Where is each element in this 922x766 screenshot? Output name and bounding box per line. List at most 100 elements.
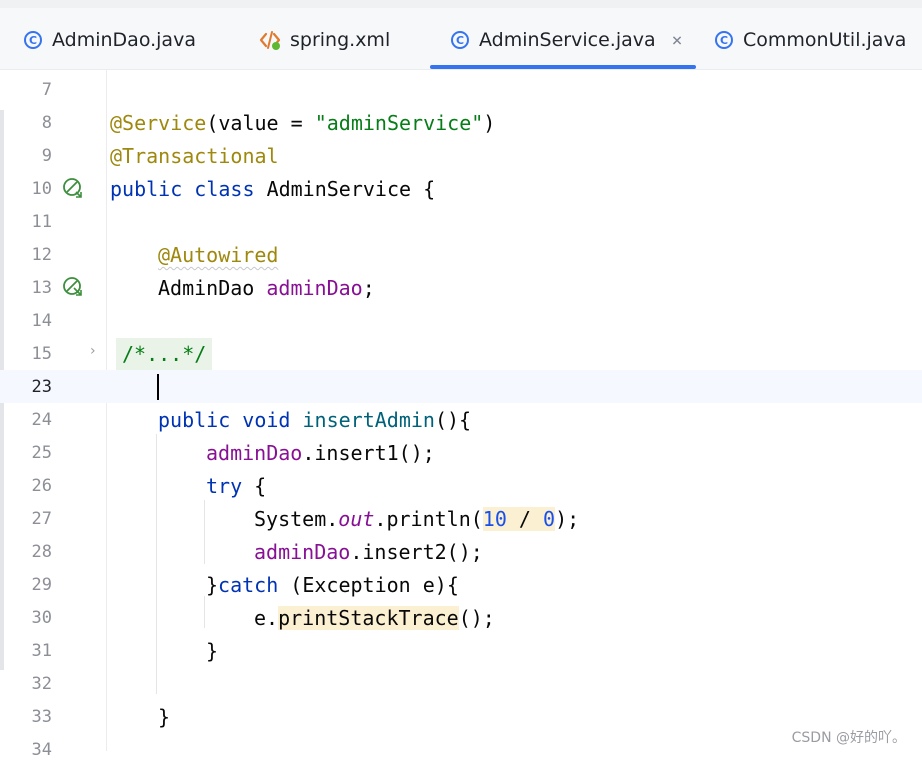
code-token: );	[555, 507, 580, 531]
fold-expand-icon[interactable]: ›	[90, 343, 96, 359]
number-literal: 10	[482, 507, 507, 531]
code-token: System.	[254, 507, 339, 531]
line-number: 29	[31, 575, 52, 595]
code-line-current: 23	[0, 370, 922, 403]
line-number: 25	[31, 443, 52, 463]
code-text: /*...*/	[110, 338, 213, 370]
warning-highlight: 10 / 0	[482, 507, 556, 531]
keyword: public	[110, 177, 183, 201]
code-token: }	[158, 705, 171, 729]
line-number: 9	[41, 146, 52, 166]
code-text: @Autowired	[158, 243, 278, 267]
keyword: void	[242, 408, 291, 432]
code-token: }	[206, 573, 219, 597]
method-call-highlight: printStackTrace	[278, 606, 459, 630]
field-name: adminDao	[254, 540, 351, 564]
line-number: 11	[31, 212, 52, 232]
code-text: @Service(value = "adminService")	[110, 111, 495, 135]
line-number: 10	[31, 179, 52, 199]
line-number: 26	[31, 476, 52, 496]
code-line: 28 adminDao.insert2();	[0, 535, 922, 568]
annotation: @Transactional	[110, 144, 279, 168]
tab-admindao[interactable]: C AdminDao.java	[24, 24, 196, 56]
code-token: .insert2();	[350, 540, 483, 564]
code-line: 30 e.printStackTrace();	[0, 601, 922, 634]
string-literal: "adminService"	[314, 111, 484, 135]
field-name: adminDao	[266, 276, 363, 300]
code-line: 9 @Transactional	[0, 139, 922, 172]
line-number: 32	[31, 674, 52, 694]
tab-label: AdminDao.java	[52, 29, 196, 51]
code-text: try {	[206, 474, 266, 498]
code-token: (value =	[206, 111, 315, 135]
code-token: ;	[362, 276, 375, 300]
code-line: 15 › /*...*/	[0, 337, 922, 370]
code-line: 33 }	[0, 700, 922, 733]
java-class-icon: C	[715, 31, 733, 49]
class-name: AdminService {	[266, 177, 436, 201]
code-editor[interactable]: 7 8 @Service(value = "adminService") 9 @…	[0, 70, 922, 760]
code-token: (){	[434, 408, 472, 432]
field-name: adminDao	[206, 441, 303, 465]
line-number: 33	[31, 707, 52, 727]
code-text: e.printStackTrace();	[254, 606, 495, 630]
spring-bean-gutter-icon[interactable]	[62, 177, 84, 199]
code-token: .insert1();	[302, 441, 435, 465]
keyword: public	[158, 408, 231, 432]
code-line: 34	[0, 733, 922, 766]
line-number: 23	[31, 377, 52, 397]
code-line: 12 @Autowired	[0, 238, 922, 271]
code-line: 7	[0, 73, 922, 106]
tab-commonutil[interactable]: C CommonUtil.java	[715, 24, 906, 56]
code-token: /	[506, 507, 544, 531]
active-tab-indicator	[430, 65, 696, 69]
line-number: 28	[31, 542, 52, 562]
java-class-icon: C	[451, 31, 469, 49]
code-text: adminDao.insert2();	[254, 540, 483, 564]
line-number: 31	[31, 641, 52, 661]
folded-comment[interactable]: /*...*/	[116, 338, 213, 370]
line-number: 7	[41, 80, 52, 100]
number-literal: 0	[543, 507, 556, 531]
tab-spring-xml[interactable]: spring.xml	[258, 24, 390, 56]
type-name: AdminDao	[158, 276, 267, 300]
code-line: 13 AdminDao adminDao;	[0, 271, 922, 304]
code-line: 26 try {	[0, 469, 922, 502]
code-line: 24 public void insertAdmin(){	[0, 403, 922, 436]
tab-label: CommonUtil.java	[743, 29, 907, 51]
code-text: System.out.println(10 / 0);	[254, 507, 579, 531]
code-text: }	[206, 639, 218, 663]
close-tab-icon[interactable]: ×	[672, 30, 683, 51]
code-token: )	[483, 111, 496, 135]
code-text: AdminDao adminDao;	[158, 276, 375, 300]
watermark: CSDN @好的吖。	[791, 730, 906, 746]
java-class-icon: C	[24, 31, 42, 49]
line-number: 8	[41, 113, 52, 133]
editor-tab-bar: C AdminDao.java spring.xml C AdminServic…	[0, 0, 922, 70]
code-text: }	[158, 705, 170, 729]
spring-autowired-gutter-icon[interactable]	[62, 276, 84, 298]
xml-file-icon	[258, 29, 282, 51]
keyword: class	[194, 177, 255, 201]
code-line: 32	[0, 667, 922, 700]
annotation: @Autowired	[158, 243, 279, 267]
code-line: 31 }	[0, 634, 922, 667]
line-number: 24	[31, 410, 52, 430]
code-line: 14	[0, 304, 922, 337]
code-text: @Transactional	[110, 144, 279, 168]
line-number: 14	[31, 311, 52, 331]
static-field: out	[338, 507, 375, 531]
code-token: {	[242, 474, 267, 498]
code-token: }	[206, 639, 219, 663]
line-number: 34	[31, 740, 52, 760]
keyword: catch	[218, 573, 279, 597]
code-token: .println(	[374, 507, 483, 531]
text-caret	[157, 374, 159, 400]
tab-label: spring.xml	[290, 29, 391, 51]
tab-adminservice[interactable]: C AdminService.java ×	[451, 24, 682, 56]
code-line: 10 public class AdminService {	[0, 172, 922, 205]
code-text: }catch (Exception e){	[206, 573, 459, 597]
tab-label: AdminService.java	[479, 29, 656, 51]
code-token: e.	[254, 606, 279, 630]
keyword: try	[206, 474, 243, 498]
